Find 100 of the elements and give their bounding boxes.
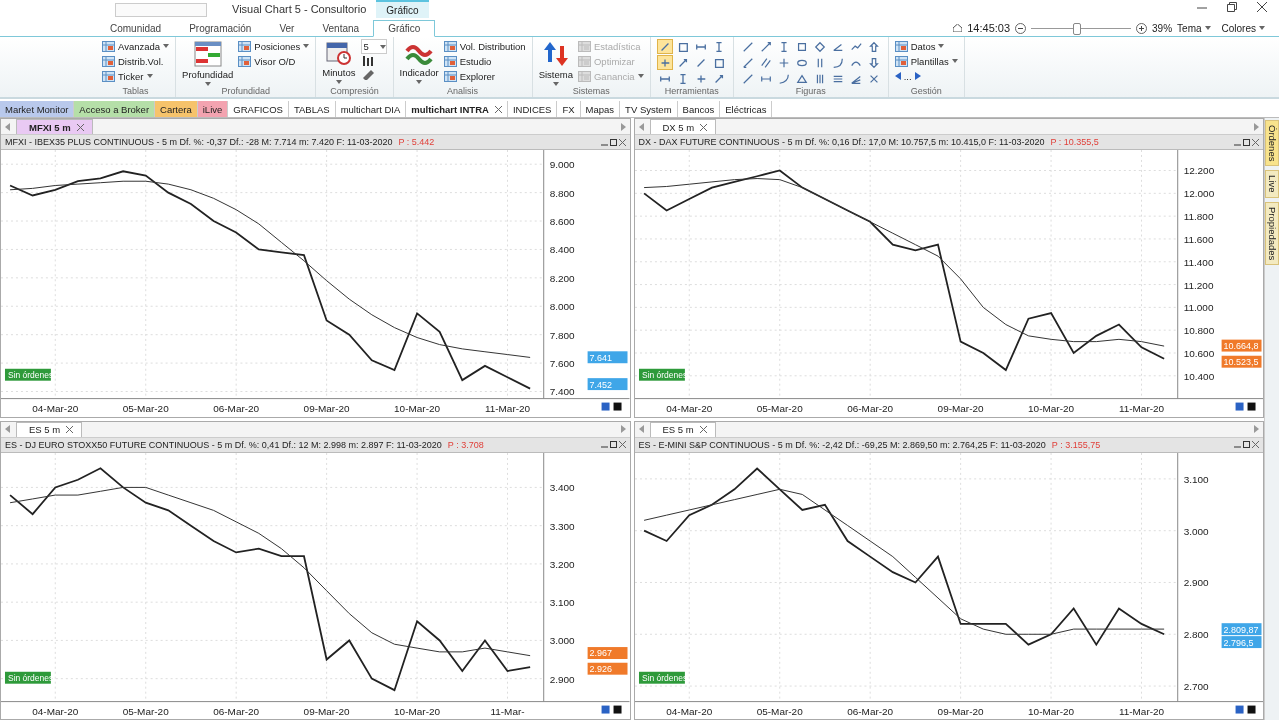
zoom-slider[interactable] — [1073, 22, 1082, 35]
navigation-button[interactable]: ... — [894, 69, 958, 83]
maximize-icon[interactable] — [609, 441, 617, 448]
close-icon[interactable] — [66, 426, 74, 433]
left-arrow-icon[interactable] — [638, 425, 644, 433]
side-panel-tab[interactable]: Órdenes — [1265, 120, 1279, 167]
parallel-lines-icon[interactable] — [759, 56, 772, 69]
ribbon-tab[interactable]: Ventana — [308, 21, 374, 36]
save-icon[interactable] — [1235, 402, 1244, 411]
ribbon-button[interactable]: Explorer — [443, 69, 526, 83]
maximize-icon[interactable] — [609, 138, 617, 146]
ribbon-button[interactable]: Sistema — [538, 39, 573, 86]
ribbon-button[interactable]: Posiciones — [238, 39, 310, 53]
workspace-tab[interactable]: Acceso a Broker — [74, 101, 156, 117]
ribbon-tab[interactable]: Programación — [175, 21, 266, 36]
home-icon — [953, 24, 963, 32]
close-icon[interactable] — [1252, 138, 1259, 146]
close-icon[interactable] — [618, 441, 626, 448]
menu-dropdown[interactable]: Tema — [1177, 22, 1217, 34]
square-icon[interactable] — [1247, 402, 1255, 411]
grid-icon — [102, 40, 115, 52]
line-icon[interactable] — [741, 40, 754, 53]
save-icon[interactable] — [601, 705, 610, 714]
quick-access-field[interactable] — [115, 3, 207, 17]
square-icon[interactable] — [613, 402, 622, 411]
restore-icon[interactable] — [1227, 2, 1237, 12]
workspace-tab[interactable]: Market Monitor — [0, 101, 75, 117]
curve-icon[interactable] — [777, 72, 790, 85]
axis-label: 06-Mar-20 — [846, 705, 893, 716]
arrow-line-icon[interactable] — [759, 40, 772, 53]
workspace-tab[interactable]: iLive — [197, 101, 229, 117]
zoom-in-icon[interactable] — [1136, 22, 1148, 34]
axis-label: 8.600 — [549, 216, 575, 227]
caret-icon — [552, 82, 559, 86]
workspace-tab[interactable]: Cartera — [155, 101, 198, 117]
left-arrow-icon[interactable] — [894, 72, 901, 80]
number-field[interactable]: 5 — [360, 39, 387, 54]
close-icon[interactable] — [1252, 441, 1259, 448]
arc-icon[interactable] — [831, 56, 844, 69]
close-icon[interactable] — [1257, 2, 1267, 12]
zoom-out-icon[interactable] — [1015, 22, 1027, 34]
ribbon-button[interactable]: Indicador — [399, 39, 439, 84]
ribbon-tab[interactable]: Gráfico — [373, 20, 436, 37]
ribbon-button[interactable]: Visor O/D — [238, 54, 310, 68]
group-label: Profundidad — [220, 86, 271, 97]
ribbon-tab[interactable]: Comunidad — [96, 21, 176, 36]
right-arrow-icon[interactable] — [914, 72, 921, 80]
chart-tab[interactable]: DX 5 m — [649, 119, 717, 134]
right-arrow-icon[interactable] — [620, 122, 626, 131]
caret-icon — [637, 74, 644, 78]
grid-icon — [578, 55, 591, 67]
group-label: Gestión — [909, 86, 943, 97]
maximize-icon[interactable] — [1243, 441, 1250, 448]
grid-icon — [443, 55, 457, 67]
side-panel-tab[interactable]: Propiedades — [1265, 201, 1279, 266]
ribbon-button[interactable]: Distrib.Vol. — [102, 54, 170, 68]
ribbon-button[interactable]: Profundidad — [182, 39, 234, 86]
window-title: Visual Chart 5 - Consultorio — [232, 3, 367, 17]
ribbon-tab[interactable]: Ver — [265, 21, 309, 36]
ribbon-button[interactable]: Avanzada — [102, 39, 170, 53]
zoom-percent: 39% — [1152, 22, 1173, 34]
maximize-icon[interactable] — [1243, 138, 1250, 146]
ribbon-button[interactable]: Minutos — [322, 39, 356, 84]
chart-tab[interactable]: MFXI 5 m — [16, 119, 93, 134]
trend-icon[interactable] — [849, 40, 862, 53]
ribbon-button[interactable]: Estudio — [443, 54, 526, 68]
right-arrow-icon[interactable] — [1254, 425, 1259, 433]
arrow-icon[interactable] — [741, 56, 754, 69]
side-panel-tab[interactable]: Live — [1265, 170, 1279, 198]
save-icon[interactable] — [1235, 705, 1244, 714]
save-icon[interactable] — [601, 402, 610, 411]
menu-dropdown[interactable]: Colores — [1221, 22, 1271, 34]
caret-icon — [938, 44, 945, 48]
down-arrow-icon[interactable] — [867, 56, 880, 69]
square-icon[interactable] — [613, 705, 622, 714]
left-arrow-icon[interactable] — [638, 122, 644, 131]
close-icon[interactable] — [700, 123, 708, 131]
cross-icon[interactable] — [777, 56, 790, 69]
square-icon[interactable] — [1247, 705, 1255, 714]
tool-button[interactable] — [656, 39, 673, 54]
ribbon-button[interactable]: Ticker — [102, 69, 170, 83]
left-arrow-icon[interactable] — [5, 122, 10, 131]
group-label: Analisis — [446, 86, 480, 97]
close-icon[interactable] — [618, 138, 626, 146]
left-arrow-icon[interactable] — [5, 425, 10, 433]
close-icon[interactable] — [699, 426, 707, 433]
up-arrow-icon[interactable] — [867, 40, 880, 53]
tool-button[interactable] — [656, 55, 673, 70]
ribbon-button[interactable]: Vol. Distribution — [443, 39, 526, 53]
right-arrow-icon[interactable] — [1254, 122, 1259, 131]
segment-icon[interactable] — [741, 72, 754, 85]
diamond-icon[interactable] — [813, 40, 826, 53]
ribbon-button[interactable]: Plantillas — [894, 54, 958, 68]
right-arrow-icon[interactable] — [620, 425, 626, 433]
ribbon-button[interactable]: Datos — [894, 39, 958, 53]
close-icon[interactable] — [494, 105, 502, 113]
chart-tab[interactable]: ES 5 m — [16, 421, 83, 437]
square-icon[interactable] — [795, 40, 808, 53]
triangle-icon[interactable] — [795, 72, 808, 85]
chart-tab[interactable]: ES 5 m — [649, 421, 716, 437]
